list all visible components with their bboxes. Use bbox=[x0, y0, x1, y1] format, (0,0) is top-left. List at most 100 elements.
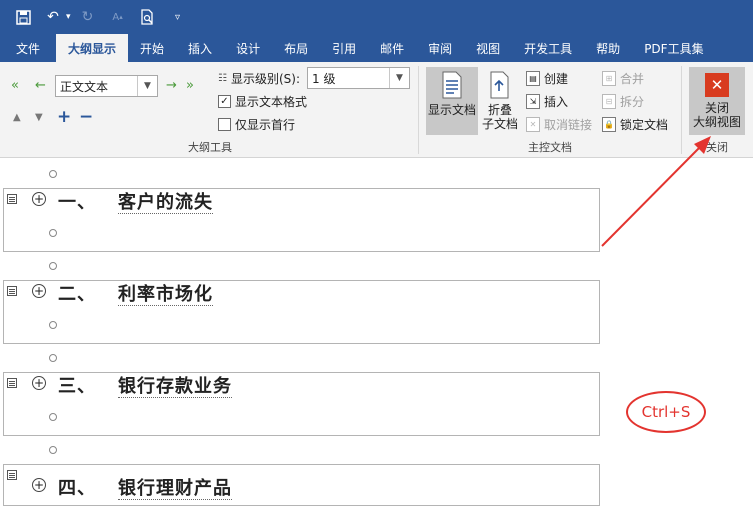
expand-icon[interactable]: + bbox=[57, 107, 71, 127]
redo-icon[interactable]: ↻ bbox=[75, 4, 101, 30]
promote-icon[interactable]: ← bbox=[35, 78, 46, 93]
show-level-select[interactable]: 1 级 ▼ bbox=[307, 67, 410, 89]
outline-heading[interactable]: 四、 银行理财产品 bbox=[58, 474, 232, 500]
heading-number: 一、 bbox=[58, 192, 96, 213]
tab-references[interactable]: 引用 bbox=[320, 34, 368, 62]
heading-style-icon bbox=[7, 194, 17, 204]
create-icon: ▤ bbox=[526, 71, 540, 86]
demote-icon[interactable]: → bbox=[166, 78, 177, 93]
tab-pdf-tools[interactable]: PDF工具集 bbox=[632, 34, 715, 62]
body-text-bullet-icon bbox=[49, 170, 57, 178]
show-first-line-label: 仅显示首行 bbox=[235, 118, 296, 132]
shortcut-label: Ctrl+S bbox=[641, 403, 691, 421]
collapse-icon[interactable]: − bbox=[79, 107, 93, 127]
save-icon[interactable] bbox=[10, 4, 36, 30]
expand-heading-icon[interactable]: + bbox=[32, 192, 46, 206]
outline-tools-group-label: 大纲工具 bbox=[188, 141, 232, 154]
tab-design[interactable]: 设计 bbox=[224, 34, 272, 62]
expand-heading-icon[interactable]: + bbox=[32, 376, 46, 390]
close-icon: ✕ bbox=[705, 73, 729, 97]
merge-subdocument-button[interactable]: ⊞ 合并 bbox=[602, 70, 644, 87]
unlink-label: 取消链接 bbox=[544, 118, 593, 132]
undo-dropdown-icon[interactable]: ▾ bbox=[66, 12, 71, 22]
show-text-format-checkbox[interactable]: ✓ 显示文本格式 bbox=[218, 93, 307, 110]
quick-access-toolbar: ↶ ▾ ↻ A ▴ ▿ bbox=[0, 0, 753, 34]
insert-subdocument-button[interactable]: ⇲ 插入 bbox=[526, 93, 568, 110]
close-outline-label-2: 大纲视图 bbox=[692, 115, 741, 129]
group-divider bbox=[681, 66, 682, 154]
show-document-label: 显示文档 bbox=[427, 103, 476, 117]
tab-insert[interactable]: 插入 bbox=[176, 34, 224, 62]
create-subdocument-button[interactable]: ▤ 创建 bbox=[526, 70, 568, 87]
show-level-icon: ☷ bbox=[218, 73, 227, 84]
tab-outline[interactable]: 大纲显示 bbox=[56, 34, 129, 62]
body-text-bullet-icon bbox=[49, 262, 57, 270]
outline-level-value: 正文文本 bbox=[60, 79, 109, 94]
show-document-button[interactable]: 显示文档 bbox=[426, 67, 478, 135]
font-size-icon[interactable]: A ▴ bbox=[105, 4, 131, 30]
close-group-label: 关闭 bbox=[706, 141, 728, 154]
tab-review[interactable]: 审阅 bbox=[416, 34, 464, 62]
undo-icon[interactable]: ↶ bbox=[40, 4, 66, 30]
insert-label: 插入 bbox=[544, 95, 569, 109]
body-text-bullet-icon bbox=[49, 229, 57, 237]
tab-developer[interactable]: 开发工具 bbox=[512, 34, 584, 62]
create-label: 创建 bbox=[544, 72, 569, 86]
show-level-label: 显示级别(S): bbox=[230, 72, 300, 86]
print-preview-icon[interactable] bbox=[135, 4, 161, 30]
customize-quick-access-icon[interactable]: ▿ bbox=[165, 4, 191, 30]
checkbox-unchecked-icon bbox=[218, 118, 231, 131]
split-subdocument-button[interactable]: ⊟ 拆分 bbox=[602, 93, 644, 110]
split-label: 拆分 bbox=[620, 95, 645, 109]
collapse-subdocuments-label-2: 子文档 bbox=[481, 117, 518, 131]
close-outline-label-1: 关闭 bbox=[704, 101, 729, 115]
show-document-icon bbox=[437, 69, 467, 101]
move-up-icon[interactable]: ▲ bbox=[13, 112, 21, 123]
outline-heading[interactable]: 一、 客户的流失 bbox=[58, 188, 213, 214]
move-down-icon[interactable]: ▼ bbox=[35, 112, 43, 123]
tab-help[interactable]: 帮助 bbox=[584, 34, 632, 62]
body-text-bullet-icon bbox=[49, 413, 57, 421]
heading-style-icon bbox=[7, 378, 17, 388]
chevron-down-icon: ▼ bbox=[137, 76, 157, 96]
tab-view[interactable]: 视图 bbox=[464, 34, 512, 62]
document-area[interactable]: + 一、 客户的流失 + 二、 利率市场化 + 三、 银行存款业务 + 四、 银行理财产… bbox=[0, 159, 753, 512]
outline-heading[interactable]: 二、 利率市场化 bbox=[58, 280, 213, 306]
promote-to-heading1-icon[interactable]: « bbox=[11, 78, 19, 93]
show-text-format-label: 显示文本格式 bbox=[235, 95, 308, 109]
show-first-line-checkbox[interactable]: 仅显示首行 bbox=[218, 116, 295, 133]
collapse-subdocuments-button[interactable]: 折叠 子文档 bbox=[480, 69, 520, 131]
master-document-group-label: 主控文档 bbox=[528, 141, 572, 154]
tab-home[interactable]: 开始 bbox=[128, 34, 176, 62]
lock-icon: 🔒 bbox=[602, 117, 616, 132]
expand-heading-icon[interactable]: + bbox=[32, 478, 46, 492]
collapse-subdocuments-icon bbox=[485, 69, 515, 101]
lock-document-button[interactable]: 🔒 锁定文档 bbox=[602, 116, 668, 133]
outline-heading[interactable]: 三、 银行存款业务 bbox=[58, 372, 232, 398]
close-outline-view-button[interactable]: ✕ 关闭 大纲视图 bbox=[689, 67, 745, 135]
show-level-row: ☷ 显示级别(S): bbox=[218, 70, 300, 87]
split-icon: ⊟ bbox=[602, 94, 616, 109]
lock-document-label: 锁定文档 bbox=[620, 118, 669, 132]
heading-title: 客户的流失 bbox=[118, 192, 213, 214]
body-text-bullet-icon bbox=[49, 321, 57, 329]
tab-file[interactable]: 文件 bbox=[0, 34, 56, 62]
heading-title: 利率市场化 bbox=[118, 284, 213, 306]
demote-to-body-icon[interactable]: » bbox=[186, 78, 194, 93]
insert-icon: ⇲ bbox=[526, 94, 540, 109]
collapse-subdocuments-label-1: 折叠 bbox=[487, 103, 512, 117]
body-text-bullet-icon bbox=[49, 446, 57, 454]
heading-style-icon bbox=[7, 286, 17, 296]
heading-title: 银行理财产品 bbox=[118, 478, 232, 500]
tab-layout[interactable]: 布局 bbox=[272, 34, 320, 62]
heading-number: 四、 bbox=[58, 478, 96, 499]
ribbon-tabs: 文件 大纲显示 开始 插入 设计 布局 引用 邮件 审阅 视图 开发工具 帮助 … bbox=[0, 34, 753, 62]
tab-mailings[interactable]: 邮件 bbox=[368, 34, 416, 62]
chevron-down-icon: ▼ bbox=[389, 68, 409, 88]
merge-icon: ⊞ bbox=[602, 71, 616, 86]
expand-heading-icon[interactable]: + bbox=[32, 284, 46, 298]
ribbon-panel: « ← 正文文本 ▼ → » ▲ ▼ + − ☷ 显示级别(S): 1 级 ▼ … bbox=[0, 62, 753, 158]
unlink-subdocument-button[interactable]: ✕ 取消链接 bbox=[526, 116, 592, 133]
outline-level-select[interactable]: 正文文本 ▼ bbox=[55, 75, 158, 97]
heading-number: 三、 bbox=[58, 376, 96, 397]
